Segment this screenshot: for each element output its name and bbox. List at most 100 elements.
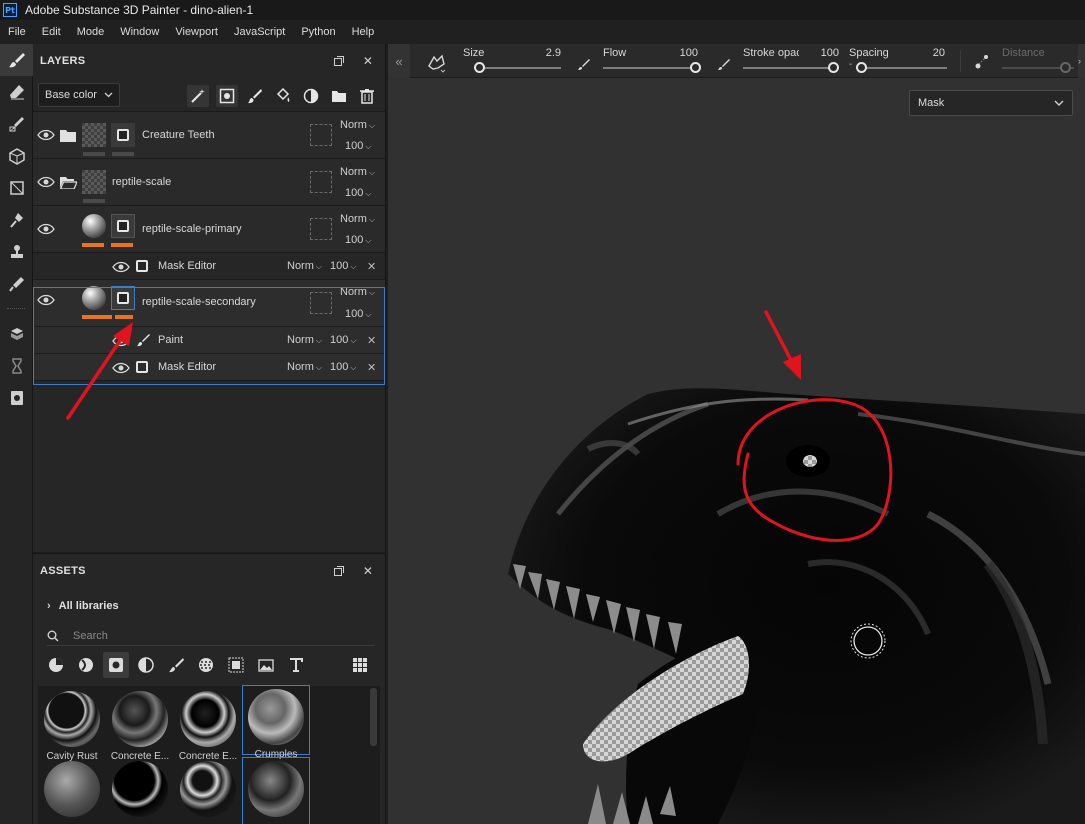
mask-thumbnail[interactable] — [111, 123, 135, 147]
grid-view-icon[interactable] — [347, 652, 373, 678]
layer-row-creature-teeth[interactable]: Creature Teeth Norm ⌵ 100 ⌵ — [33, 112, 385, 159]
filter-text-icon[interactable] — [283, 652, 309, 678]
material-thumbnail[interactable] — [82, 214, 106, 238]
filter-alphas-icon[interactable] — [193, 652, 219, 678]
asset-tile[interactable] — [174, 758, 242, 817]
layer-name[interactable]: reptile-scale-primary — [142, 223, 242, 235]
filter-filters-icon[interactable] — [133, 652, 159, 678]
eye-icon[interactable] — [37, 294, 55, 306]
add-effect-icon[interactable] — [216, 85, 238, 107]
remove-effect-icon[interactable]: ✕ — [367, 334, 376, 347]
add-paint-layer-icon[interactable] — [244, 85, 266, 107]
asset-tile[interactable]: Concrete E... — [174, 688, 242, 762]
eye-icon[interactable] — [37, 129, 55, 141]
filter-smart-materials-icon[interactable] — [73, 652, 99, 678]
clone-stamp-icon[interactable] — [0, 236, 33, 268]
geometry-fill-icon[interactable] — [0, 140, 33, 172]
dino-model-render[interactable] — [388, 44, 1085, 824]
eye-icon[interactable] — [112, 261, 130, 273]
history-icon[interactable] — [0, 350, 33, 382]
opacity-dropdown[interactable]: 100 ⌵ — [345, 308, 371, 320]
stroke-opacity-slider[interactable]: Stroke opac 100 — [743, 47, 839, 75]
eraser-icon[interactable] — [0, 76, 33, 108]
asset-tile[interactable] — [38, 758, 106, 817]
collapse-panels-icon[interactable]: « — [388, 44, 410, 78]
stroke-opacity-slider-knob[interactable] — [828, 62, 839, 73]
blend-mode-dropdown[interactable]: Norm ⌵ — [287, 334, 322, 346]
effect-name[interactable]: Paint — [158, 334, 183, 346]
add-folder-icon[interactable] — [328, 85, 350, 107]
layer-row-reptile-scale[interactable]: reptile-scale Norm ⌵ 100 ⌵ — [33, 159, 385, 206]
filter-materials-icon[interactable] — [43, 652, 69, 678]
eye-icon[interactable] — [37, 223, 55, 235]
asset-tile[interactable] — [106, 758, 174, 817]
filter-brushes-icon[interactable] — [163, 652, 189, 678]
menu-python[interactable]: Python — [293, 26, 343, 38]
filter-smart-masks-icon[interactable] — [103, 652, 129, 678]
opacity-dropdown[interactable]: 100 ⌵ — [345, 187, 371, 199]
asset-tile[interactable] — [242, 757, 310, 824]
menu-edit[interactable]: Edit — [34, 26, 69, 38]
mask-thumbnail[interactable] — [111, 214, 135, 238]
flow-slider-track[interactable] — [603, 67, 695, 69]
size-slider-knob[interactable] — [473, 62, 485, 73]
layer-thumbnail[interactable] — [82, 123, 106, 147]
export-icon[interactable] — [0, 382, 33, 414]
close-icon[interactable]: ✕ — [361, 564, 375, 578]
paint-brush-icon[interactable] — [0, 44, 33, 76]
effect-row-mask-editor[interactable]: Mask Editor Norm ⌵ 100 ⌵ ✕ — [33, 253, 385, 280]
filter-grunges-icon[interactable] — [223, 652, 249, 678]
undock-icon[interactable] — [332, 54, 346, 68]
polygon-fill-icon[interactable] — [0, 172, 33, 204]
material-thumbnail[interactable] — [82, 286, 106, 310]
viewport[interactable]: « Size 2.9 Flow 100 Stroke opac 100 Spac… — [388, 44, 1085, 824]
color-picker-icon[interactable] — [0, 268, 33, 300]
toolbar-overflow-icon[interactable]: › — [1078, 44, 1085, 78]
flow-pen-pressure-icon[interactable] — [578, 58, 590, 70]
blend-mode-dropdown[interactable]: Norm ⌵ — [340, 286, 375, 298]
blend-mode-dropdown[interactable]: Norm ⌵ — [287, 260, 322, 272]
projection-icon[interactable] — [0, 108, 33, 140]
blend-mode-dropdown[interactable]: Norm ⌵ — [340, 166, 375, 178]
filter-textures-icon[interactable] — [253, 652, 279, 678]
size-slider-track[interactable] — [477, 67, 561, 69]
bake-icon[interactable] — [0, 318, 33, 350]
menu-javascript[interactable]: JavaScript — [226, 26, 293, 38]
delete-layer-icon[interactable] — [356, 85, 378, 107]
all-libraries-toggle[interactable]: › All libraries — [47, 600, 119, 612]
flow-slider[interactable]: Flow 100 — [603, 47, 703, 75]
blend-mode-dropdown[interactable]: Norm ⌵ — [287, 361, 322, 373]
spacing-slider-knob[interactable] — [856, 62, 867, 73]
magic-wand-icon[interactable] — [187, 85, 209, 107]
layer-name[interactable]: reptile-scale-secondary — [142, 296, 256, 308]
close-icon[interactable]: ✕ — [361, 54, 375, 68]
distance-slider-knob[interactable] — [1060, 62, 1072, 73]
channel-dropdown[interactable]: Base color — [38, 82, 120, 107]
remove-effect-icon[interactable]: ✕ — [367, 260, 376, 273]
spacing-slider[interactable]: Spacing 20 - — [849, 47, 947, 75]
layer-thumbnail[interactable] — [82, 170, 106, 194]
layer-row-reptile-scale-primary[interactable]: reptile-scale-primary Norm ⌵ 100 ⌵ — [33, 206, 385, 253]
size-slider[interactable]: Size 2.9 — [463, 47, 563, 75]
asset-tile-selected[interactable]: Crumples — [242, 685, 310, 760]
brush-preset-icon[interactable] — [426, 52, 448, 74]
opacity-dropdown[interactable]: 100 ⌵ — [330, 334, 356, 346]
asset-search-input[interactable]: Search — [47, 626, 375, 646]
menu-mode[interactable]: Mode — [69, 26, 113, 38]
opacity-dropdown[interactable]: 100 ⌵ — [330, 361, 356, 373]
asset-scrollbar[interactable] — [370, 688, 377, 746]
effect-name[interactable]: Mask Editor — [158, 260, 216, 272]
blend-mode-dropdown[interactable]: Norm ⌵ — [340, 119, 375, 131]
asset-tile[interactable]: Concrete E... — [106, 688, 174, 762]
asset-tile[interactable]: Cavity Rust — [38, 688, 106, 762]
stroke-opacity-slider-track[interactable] — [743, 67, 833, 69]
distance-slider[interactable]: Distance — [1002, 47, 1076, 75]
eye-icon[interactable] — [37, 176, 55, 188]
mask-thumbnail-selected[interactable] — [111, 286, 135, 310]
opacity-dropdown[interactable]: 100 ⌵ — [345, 234, 371, 246]
lazy-mouse-icon[interactable] — [974, 54, 990, 70]
flow-slider-knob[interactable] — [690, 62, 701, 73]
add-mask-icon[interactable] — [300, 85, 322, 107]
layer-name[interactable]: Creature Teeth — [142, 129, 215, 141]
layer-name[interactable]: reptile-scale — [112, 176, 171, 188]
